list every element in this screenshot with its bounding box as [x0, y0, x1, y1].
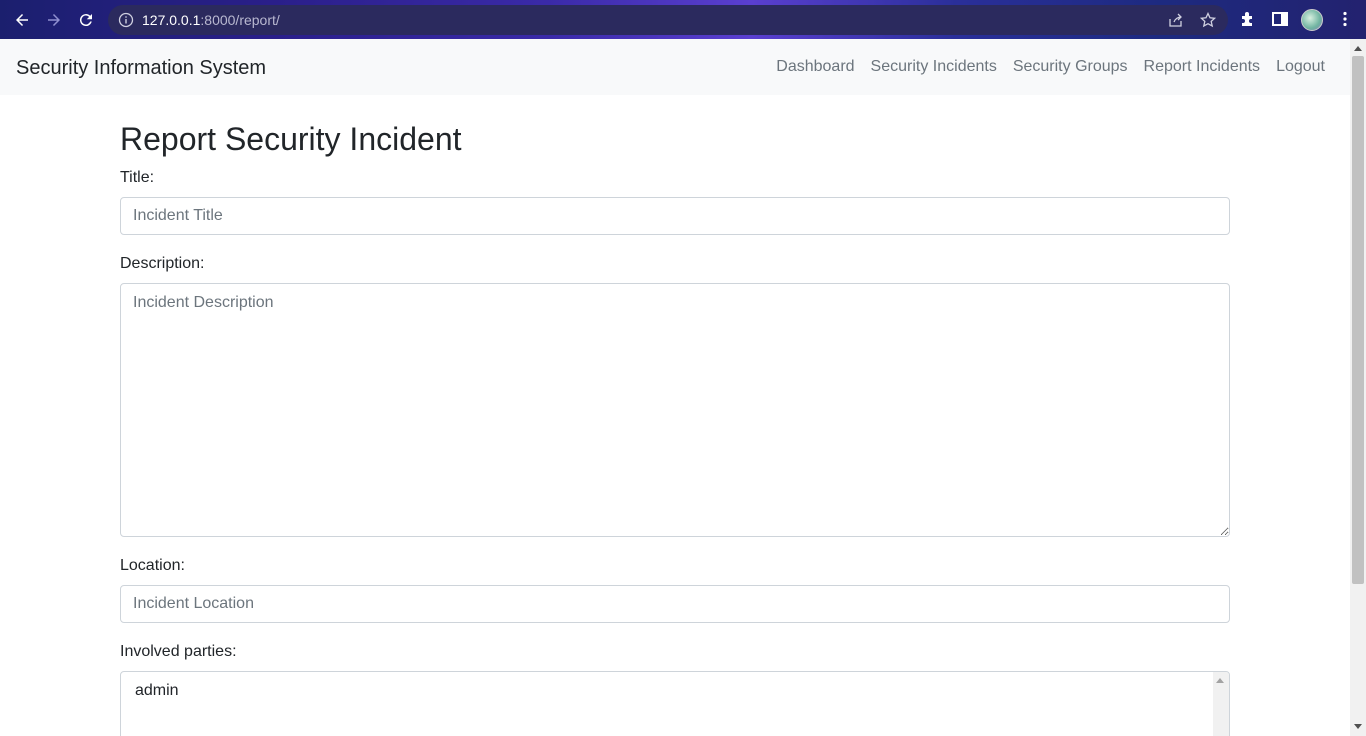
nav-link-logout[interactable]: Logout — [1276, 58, 1325, 76]
share-icon[interactable] — [1168, 12, 1184, 28]
description-textarea[interactable] — [120, 283, 1230, 537]
url-text: 127.0.0.1:8000/report/ — [142, 12, 280, 28]
location-label: Location: — [120, 557, 185, 574]
location-input[interactable] — [120, 585, 1230, 623]
forward-icon[interactable] — [42, 8, 66, 32]
site-navbar: Security Information System Dashboard Se… — [0, 39, 1350, 95]
brand-title[interactable]: Security Information System — [16, 57, 266, 80]
page-title: Report Security Incident — [120, 121, 462, 157]
extensions-icon[interactable] — [1239, 10, 1257, 28]
bookmark-star-icon[interactable] — [1200, 12, 1216, 28]
side-panel-icon[interactable] — [1271, 10, 1289, 28]
nav-link-security-groups[interactable]: Security Groups — [1013, 58, 1128, 76]
scroll-thumb[interactable] — [1352, 56, 1364, 584]
description-label: Description: — [120, 255, 205, 272]
nav-link-dashboard[interactable]: Dashboard — [776, 58, 854, 76]
back-icon[interactable] — [10, 8, 34, 32]
profile-avatar[interactable] — [1301, 9, 1323, 31]
title-label: Title: — [120, 169, 155, 186]
page-scrollbar[interactable] — [1350, 39, 1366, 736]
scroll-up-arrow-icon[interactable] — [1350, 43, 1366, 53]
nav-links: Dashboard Security Incidents Security Gr… — [776, 58, 1325, 76]
scroll-down-arrow-icon[interactable] — [1350, 722, 1366, 732]
involved-parties-select[interactable]: admin — [120, 671, 1230, 736]
select-scrollbar[interactable] — [1213, 672, 1229, 736]
address-bar[interactable]: 127.0.0.1:8000/report/ — [108, 5, 1228, 35]
select-option-admin[interactable]: admin — [135, 682, 179, 700]
title-input[interactable] — [120, 197, 1230, 235]
site-info-icon[interactable] — [118, 12, 134, 28]
reload-icon[interactable] — [74, 8, 98, 32]
involved-parties-label: Involved parties: — [120, 643, 237, 660]
nav-link-security-incidents[interactable]: Security Incidents — [871, 58, 997, 76]
nav-link-report-incidents[interactable]: Report Incidents — [1144, 58, 1261, 76]
select-scroll-up-icon[interactable] — [1216, 678, 1224, 683]
menu-kebab-icon[interactable] — [1336, 10, 1354, 28]
browser-toolbar: 127.0.0.1:8000/report/ — [0, 0, 1366, 39]
